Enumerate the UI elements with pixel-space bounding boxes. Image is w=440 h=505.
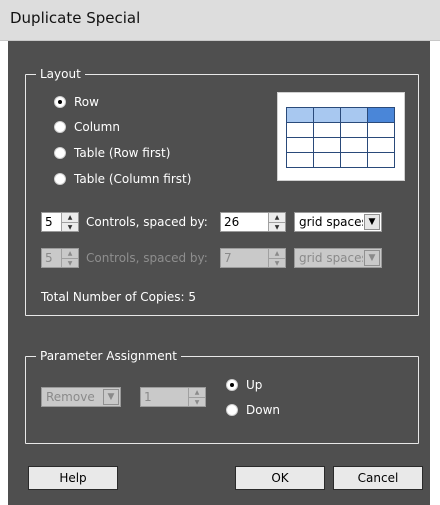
radio-up-label: Up — [246, 378, 263, 392]
copies-count-arrows-disabled[interactable]: ▲ ▼ — [61, 249, 78, 267]
cancel-button[interactable]: Cancel — [333, 466, 423, 490]
radio-down-indicator[interactable] — [226, 404, 238, 416]
dialog-body: Layout Row Column Table (Row first) Tabl… — [8, 41, 430, 505]
assignment-value-stepper[interactable]: 1 ▲ ▼ — [140, 387, 206, 407]
radio-table-column-first[interactable]: Table (Column first) — [54, 172, 191, 186]
copies-count-value[interactable]: 5 — [42, 213, 61, 231]
chevron-down-icon[interactable]: ▼ — [364, 214, 380, 230]
spacing-unit-value-disabled: grid spaces — [299, 251, 363, 265]
layout-group: Layout Row Column Table (Row first) Tabl… — [25, 66, 419, 316]
copies-count-stepper[interactable]: 5 ▲ ▼ — [41, 212, 79, 232]
spacing-unit-value[interactable]: grid spaces — [295, 213, 363, 231]
spacing-stepper-disabled[interactable]: 7 ▲ ▼ — [220, 248, 286, 268]
radio-table-column-first-label: Table (Column first) — [74, 172, 192, 186]
radio-column-indicator[interactable] — [54, 121, 66, 133]
spacing-unit-select[interactable]: grid spaces ▼ — [294, 212, 382, 232]
radio-table-column-first-indicator[interactable] — [54, 173, 66, 185]
layout-preview — [277, 92, 405, 181]
radio-column-label: Column — [74, 120, 120, 134]
spacing-value-disabled: 7 — [224, 251, 232, 265]
radio-down-label: Down — [246, 403, 281, 417]
assignment-action-select[interactable]: Remove ▼ — [41, 387, 121, 407]
controls-spaced-label-disabled: Controls, spaced by: — [86, 251, 208, 265]
radio-table-row-first[interactable]: Table (Row first) — [54, 146, 170, 160]
radio-column[interactable]: Column — [54, 120, 120, 134]
radio-row[interactable]: Row — [54, 95, 99, 109]
chevron-down-icon[interactable]: ▼ — [364, 250, 380, 266]
parameter-assignment-title: Parameter Assignment — [36, 348, 181, 364]
total-copies-label: Total Number of Copies: 5 — [41, 290, 197, 304]
radio-table-row-first-label: Table (Row first) — [74, 146, 171, 160]
spacing-unit-select-disabled[interactable]: grid spaces ▼ — [294, 248, 382, 268]
ok-button[interactable]: OK — [235, 466, 325, 490]
radio-table-row-first-indicator[interactable] — [54, 147, 66, 159]
title-bar[interactable]: Duplicate Special — [0, 0, 440, 41]
radio-down[interactable]: Down — [226, 403, 280, 417]
window-title: Duplicate Special — [10, 9, 141, 27]
spacing-arrows-disabled[interactable]: ▲ ▼ — [268, 249, 285, 267]
spacing-arrows[interactable]: ▲ ▼ — [268, 213, 285, 231]
assignment-value-arrows[interactable]: ▲ ▼ — [188, 388, 205, 406]
radio-row-indicator[interactable] — [54, 96, 66, 108]
layout-preview-grid-icon — [286, 107, 395, 168]
radio-up[interactable]: Up — [226, 378, 262, 392]
chevron-down-icon[interactable]: ▼ — [103, 389, 119, 405]
parameter-assignment-group: Parameter Assignment Remove ▼ 1 ▲ ▼ Up Do… — [25, 348, 419, 444]
radio-up-indicator[interactable] — [226, 379, 238, 391]
assignment-value: 1 — [144, 390, 152, 404]
help-button[interactable]: Help — [28, 466, 118, 490]
copies-count-value-disabled: 5 — [45, 251, 53, 265]
assignment-action-value: Remove — [46, 390, 95, 404]
radio-row-label: Row — [74, 95, 99, 109]
spacing-stepper[interactable]: 26 ▲ ▼ — [220, 212, 286, 232]
copies-count-arrows[interactable]: ▲ ▼ — [61, 213, 78, 231]
controls-spaced-label: Controls, spaced by: — [86, 215, 208, 229]
copies-count-stepper-disabled[interactable]: 5 ▲ ▼ — [41, 248, 79, 268]
layout-group-title: Layout — [36, 66, 85, 82]
spacing-value[interactable]: 26 — [221, 213, 268, 231]
